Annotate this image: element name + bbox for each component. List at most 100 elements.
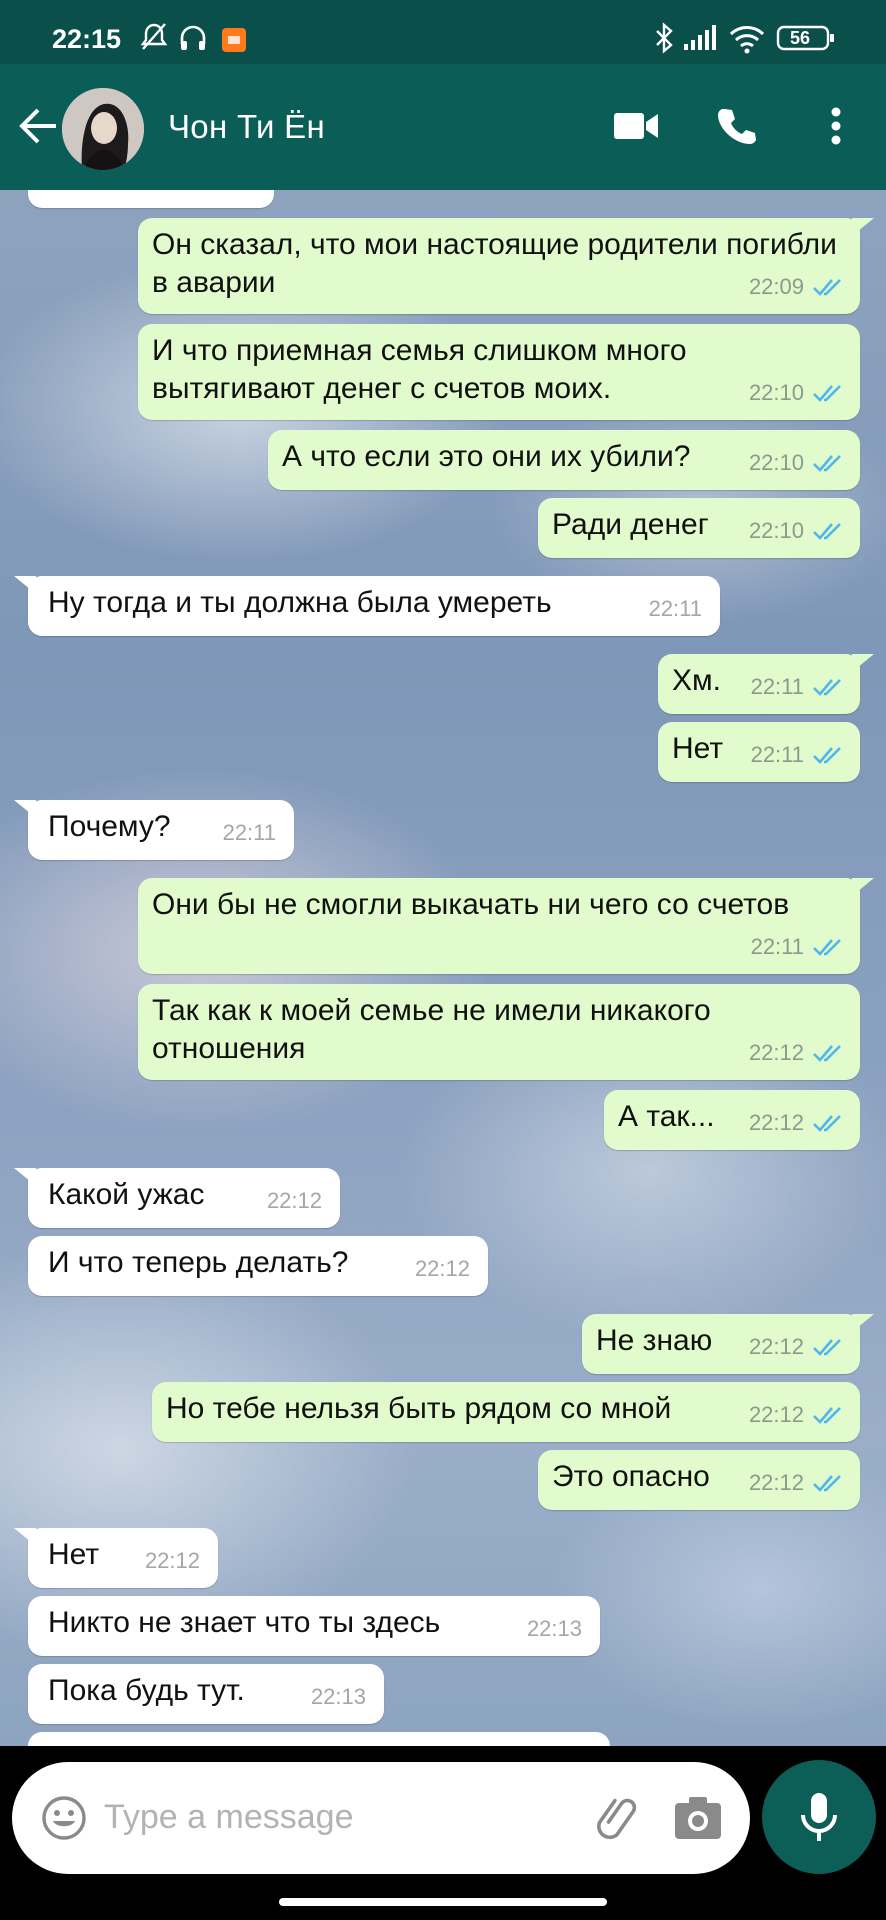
message-meta: 22:12 (749, 1464, 846, 1502)
message-time: 22:10 (748, 450, 804, 475)
emoji-icon[interactable] (40, 1794, 88, 1842)
voice-call-button[interactable] (706, 96, 766, 156)
message-time: 22:12 (266, 1188, 322, 1213)
message-incoming[interactable]: Пока будь тут. 22:13 (28, 1664, 384, 1724)
microphone-icon (801, 1793, 837, 1841)
message-text: Но тебе нельзя быть рядом со мной (166, 1392, 672, 1425)
composer: Type a message (0, 1746, 886, 1884)
message-time: 22:12 (748, 1470, 804, 1495)
message-text: Они бы не смогли выкачать ни чего со сче… (152, 888, 790, 921)
message-outgoing[interactable]: А что если это они их убили? 22:10 (268, 430, 860, 490)
wifi-icon (728, 24, 766, 59)
system-nav-bar (0, 1884, 886, 1920)
message-meta: 22:10 (749, 444, 846, 482)
message-meta: 22:12 (749, 1104, 846, 1142)
message-time: 22:12 (748, 1110, 804, 1135)
camera-icon[interactable] (672, 1792, 724, 1844)
headphones-icon (178, 22, 208, 57)
message-outgoing[interactable]: Так как к моей семье не имели никакого о… (138, 984, 860, 1080)
message-time: 22:11 (222, 820, 276, 845)
message-time: 22:11 (750, 674, 804, 699)
message-outgoing[interactable]: Нет 22:11 (658, 722, 860, 782)
message-text: И что теперь делать? (48, 1246, 349, 1279)
message-meta: 22:13 (311, 1678, 366, 1716)
chat-header: Чон Ти Ён (0, 64, 886, 190)
read-ticks-icon (813, 679, 841, 696)
bubble-tail (14, 1528, 36, 1546)
message-incoming[interactable]: Какой ужас 22:12 (14, 1168, 340, 1228)
message-outgoing[interactable]: Ради денег 22:10 (538, 498, 860, 558)
message-time: 22:11 (750, 742, 804, 767)
message-time: 22:09 (748, 274, 804, 299)
read-ticks-icon (813, 939, 841, 956)
bubble-tail (852, 1314, 874, 1332)
read-ticks-icon (813, 523, 841, 540)
message-time: 22:12 (748, 1334, 804, 1359)
message-meta: 22:11 (649, 590, 702, 628)
message-meta: 22:11 (751, 928, 846, 966)
read-ticks-icon (813, 1407, 841, 1424)
bluetooth-icon (654, 22, 674, 59)
message-incoming[interactable]: Нет 22:12 (14, 1528, 218, 1588)
microphone-button[interactable] (762, 1760, 876, 1874)
chat-area[interactable]: Он сказал, что мои настоящие родители по… (0, 190, 886, 1746)
message-time: 22:13 (526, 1616, 582, 1641)
status-bar: 22:15 56 (0, 0, 886, 64)
message-outgoing[interactable]: Это опасно 22:12 (538, 1450, 860, 1510)
message-placeholder: Type a message (104, 1798, 354, 1836)
bubble-tail (852, 654, 874, 672)
bubble-tail (14, 800, 36, 818)
message-incoming[interactable]: Ну тогда и ты должна была умереть 22:11 (14, 576, 720, 636)
message-incoming[interactable]: И что теперь делать? 22:12 (28, 1236, 488, 1296)
message-time: 22:10 (748, 380, 804, 405)
back-button[interactable] (16, 104, 60, 148)
message-meta: 22:09 (749, 268, 846, 306)
message-outgoing[interactable]: И что приемная семья слишком много вытяг… (138, 324, 860, 420)
message-text: И что приемная семья слишком много вытяг… (152, 334, 687, 405)
message-bubble-partial[interactable] (28, 190, 274, 208)
message-incoming[interactable]: Никто не знает что ты здесь 22:13 (28, 1596, 600, 1656)
message-meta: 22:11 (751, 668, 846, 706)
message-meta: 22:12 (749, 1034, 846, 1072)
message-outgoing[interactable]: Он сказал, что мои настоящие родители по… (138, 218, 874, 314)
more-options-button[interactable] (806, 96, 866, 156)
contact-name[interactable]: Чон Ти Ён (168, 108, 325, 146)
message-text: Ну тогда и ты должна была умереть (48, 586, 552, 619)
message-time: 22:12 (144, 1548, 200, 1573)
bubble-tail (852, 218, 874, 236)
message-text: Никто не знает что ты здесь (48, 1606, 441, 1639)
message-outgoing[interactable]: Не знаю 22:12 (582, 1314, 874, 1374)
bell-muted-icon (140, 22, 168, 57)
message-meta: 22:12 (749, 1328, 846, 1366)
home-indicator[interactable] (279, 1898, 607, 1906)
read-ticks-icon (813, 279, 841, 296)
contact-avatar[interactable] (62, 88, 144, 170)
message-field[interactable]: Type a message (12, 1762, 750, 1874)
message-time: 22:12 (748, 1402, 804, 1427)
message-outgoing[interactable]: Они бы не смогли выкачать ни чего со сче… (138, 878, 874, 974)
paperclip-icon[interactable] (594, 1792, 646, 1844)
bubble-tail (14, 576, 36, 594)
message-time: 22:11 (750, 934, 804, 959)
message-text: Он сказал, что мои настоящие родители по… (152, 228, 837, 299)
message-meta: 22:12 (267, 1182, 322, 1220)
message-meta: 22:12 (415, 1250, 470, 1288)
message-outgoing[interactable]: Хм. 22:11 (658, 654, 874, 714)
signal-icon (682, 24, 718, 57)
message-meta: 22:10 (749, 512, 846, 550)
message-time: 22:12 (748, 1040, 804, 1065)
message-time: 22:13 (310, 1684, 366, 1709)
message-incoming[interactable]: Почему? 22:11 (14, 800, 294, 860)
message-bubble-partial[interactable] (28, 1732, 610, 1746)
message-outgoing[interactable]: А так... 22:12 (604, 1090, 860, 1150)
read-ticks-icon (813, 1045, 841, 1062)
video-call-button[interactable] (606, 96, 666, 156)
message-meta: 22:12 (145, 1542, 200, 1580)
bubble-tail (852, 878, 874, 896)
read-ticks-icon (813, 385, 841, 402)
battery-level: 56 (790, 28, 811, 48)
message-time: 22:12 (414, 1256, 470, 1281)
message-time: 22:11 (648, 596, 702, 621)
message-outgoing[interactable]: Но тебе нельзя быть рядом со мной 22:12 (152, 1382, 860, 1442)
message-meta: 22:13 (527, 1610, 582, 1648)
